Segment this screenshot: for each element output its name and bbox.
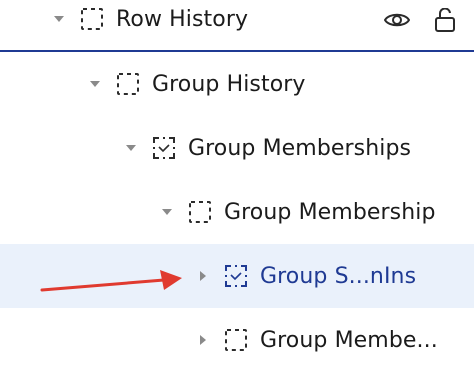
tree-row-group-memberships[interactable]: Group Memberships <box>0 116 474 180</box>
tree-row-group-history[interactable]: Group History <box>0 52 474 116</box>
tree-row-label: Group S...nIns <box>260 263 417 289</box>
dashed-frame-icon <box>116 72 140 96</box>
layer-tree: Row History Group History Group Membersh… <box>0 0 474 374</box>
tree-row-label: Group Membership <box>224 199 436 225</box>
dashed-frame-icon <box>188 200 212 224</box>
caret-down-icon[interactable] <box>160 205 174 219</box>
tree-row-label: Row History <box>116 6 249 32</box>
tree-row-group-membe[interactable]: Group Membe... <box>0 308 474 372</box>
dashed-frame-icon <box>224 328 248 352</box>
dashed-corner-frame-icon <box>152 136 176 160</box>
tree-row-label: Group Memberships <box>188 135 412 161</box>
caret-down-icon[interactable] <box>124 141 138 155</box>
caret-right-icon[interactable] <box>196 269 210 283</box>
tree-row-label: Group Membe... <box>260 327 438 353</box>
red-arrow-pointer <box>40 260 190 300</box>
dashed-frame-icon <box>80 7 104 31</box>
tree-row-row-history[interactable]: Row History <box>0 0 474 52</box>
caret-down-icon[interactable] <box>52 12 66 26</box>
eye-icon[interactable] <box>384 10 410 30</box>
caret-right-icon[interactable] <box>196 333 210 347</box>
unlock-icon[interactable] <box>434 8 456 32</box>
tree-row-group-membership[interactable]: Group Membership <box>0 180 474 244</box>
caret-down-icon[interactable] <box>88 77 102 91</box>
tree-row-label: Group History <box>152 71 306 97</box>
dashed-corner-frame-icon <box>224 264 248 288</box>
